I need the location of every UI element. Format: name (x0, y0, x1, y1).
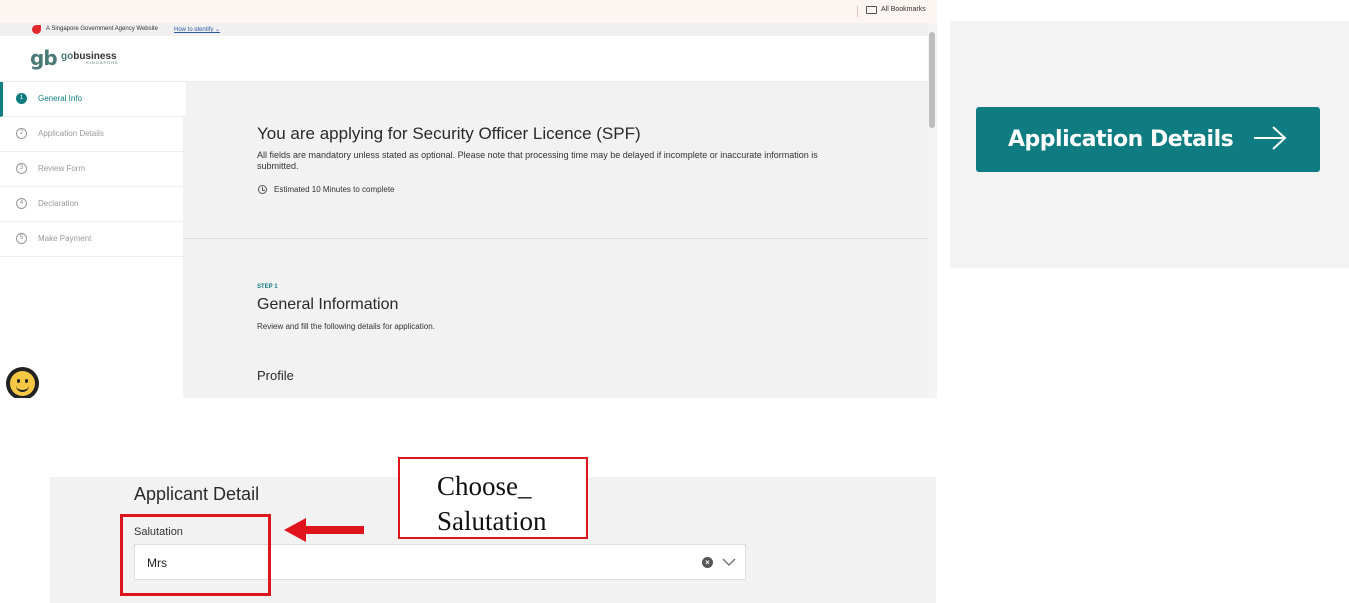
red-arrow-icon (284, 518, 364, 542)
estimated-time-text: Estimated 10 Minutes to complete (274, 185, 395, 194)
sidebar-step-review-form[interactable]: 3 Review Form (0, 152, 183, 187)
smiley-mouth (16, 383, 29, 392)
logo-subtext: SINGAPORE (86, 60, 119, 65)
callout-text: Choose_ Salutation (437, 469, 547, 539)
lion-head-icon (32, 25, 41, 34)
section-title: General Information (257, 296, 399, 313)
page-title: You are applying for Security Officer Li… (257, 124, 641, 143)
steps-sidebar: 1 General Info 2 Application Details 3 R… (0, 82, 186, 398)
step-number-badge: 4 (16, 198, 27, 209)
application-details-button[interactable]: Application Details (976, 107, 1320, 172)
step-label: Make Payment (38, 234, 92, 243)
feedback-smiley-icon[interactable] (6, 367, 39, 398)
sidebar-step-application-details[interactable]: 2 Application Details (0, 117, 183, 152)
smiley-face (10, 371, 35, 396)
application-details-button-label: Application Details (1008, 127, 1234, 152)
logo-word-prefix: go (61, 51, 74, 62)
callout-box: Choose_ Salutation (398, 457, 588, 539)
sidebar-step-declaration[interactable]: 4 Declaration (0, 187, 183, 222)
step-label: General Info (38, 94, 83, 103)
step-label: Review Form (38, 164, 86, 173)
section-divider (183, 238, 928, 239)
how-to-identify-link[interactable]: How to identify ⌄ (174, 26, 220, 33)
step-number-badge: 1 (16, 93, 27, 104)
portal-screenshot: All Bookmarks A Singapore Government Age… (0, 0, 937, 398)
chevron-down-icon[interactable] (722, 557, 736, 567)
arrow-right-icon (1254, 126, 1287, 150)
sidebar-step-general-info[interactable]: 1 General Info (0, 82, 186, 117)
step-number-badge: 3 (16, 163, 27, 174)
gov-banner-text: A Singapore Government Agency Website (46, 26, 158, 32)
site-header (0, 36, 928, 82)
applicant-detail-heading: Applicant Detail (134, 484, 260, 504)
step-label: Application Details (38, 129, 104, 138)
step-label: Declaration (38, 199, 79, 208)
step-tag: STEP 1 (257, 284, 278, 290)
page-description: All fields are mandatory unless stated a… (257, 150, 818, 171)
salutation-highlight-box (120, 514, 271, 596)
profile-heading: Profile (257, 368, 294, 383)
step-number-badge: 2 (16, 128, 27, 139)
bookmarks-bar (0, 0, 937, 23)
callout-line-1: Choose_ (437, 471, 532, 501)
sidebar-step-make-payment[interactable]: 5 Make Payment (0, 222, 183, 257)
clear-icon[interactable]: × (702, 557, 713, 568)
callout-line-2: Salutation (437, 506, 547, 536)
folder-icon[interactable] (866, 6, 877, 14)
bookmarks-separator (857, 6, 858, 17)
step-number-badge: 5 (16, 233, 27, 244)
section-description: Review and fill the following details fo… (257, 322, 435, 331)
all-bookmarks-link[interactable]: All Bookmarks (881, 6, 926, 13)
scrollbar-thumb[interactable] (929, 32, 935, 128)
clock-icon (258, 185, 267, 194)
logo-mark[interactable]: gb (30, 46, 58, 70)
how-to-identify-label: How to identify (174, 27, 214, 33)
